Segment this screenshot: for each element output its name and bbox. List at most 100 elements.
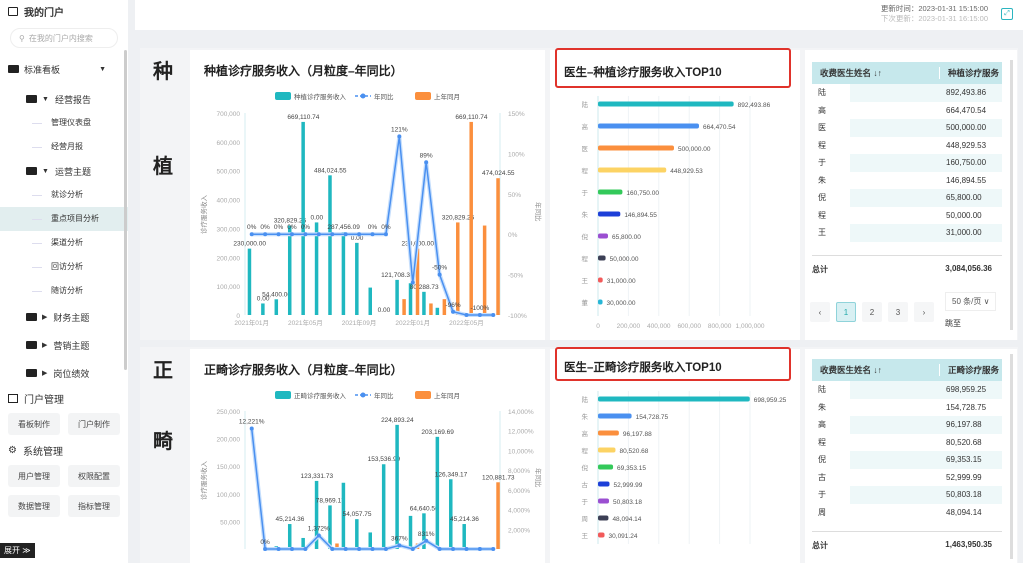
table-row[interactable]: 周 48,094.14 bbox=[812, 504, 1002, 522]
bar-data-label: 892,493.86 bbox=[738, 102, 771, 109]
revenue-bar bbox=[435, 436, 440, 549]
category-label: 高 bbox=[582, 429, 589, 438]
group-business-report[interactable]: ▼ 经营报告 bbox=[0, 87, 128, 111]
doctor-bar bbox=[598, 101, 734, 107]
yoy-point bbox=[316, 232, 321, 237]
yoy-data-label: 0% bbox=[274, 224, 284, 231]
sidebar-scrollbar[interactable] bbox=[124, 50, 127, 370]
prev-page-button[interactable]: ‹ bbox=[810, 302, 830, 322]
bar-data-label: 31,000.00 bbox=[607, 278, 636, 285]
yoy-data-label: 0% bbox=[301, 224, 311, 231]
col-doctor[interactable]: 收费医生姓名 ↓↑ bbox=[812, 364, 940, 376]
table-row[interactable]: 高 96,197.88 bbox=[812, 416, 1002, 434]
yoy-point bbox=[383, 547, 388, 551]
y2-tick-label: 12,000% bbox=[508, 429, 534, 436]
my-portal-title[interactable]: 我的门户 bbox=[0, 0, 128, 22]
y2-tick-label: 0% bbox=[508, 232, 518, 239]
table-row[interactable]: 于 160,750.00 bbox=[812, 154, 1002, 172]
y2-axis-title: 年同比 bbox=[534, 468, 543, 488]
revenue-value: 96,197.88 bbox=[940, 416, 1002, 434]
page-3[interactable]: 3 bbox=[888, 302, 908, 322]
y2-tick-label: 50% bbox=[508, 192, 521, 199]
permission-button[interactable]: 权限配置 bbox=[68, 465, 120, 487]
table-row[interactable]: 朱 146,894.55 bbox=[812, 172, 1002, 190]
doctor-name: 于 bbox=[818, 490, 826, 500]
revenue-bar bbox=[381, 464, 386, 549]
yoy-data-label: 0% bbox=[287, 224, 297, 231]
portal-create-button[interactable]: 门户制作 bbox=[68, 413, 120, 435]
expand-button[interactable]: 展开 ≫ bbox=[0, 543, 35, 558]
header: 更新时间：2023-01-31 15:15:00 下次更新：2023-01-31 … bbox=[135, 0, 1023, 30]
group-label: 财务主题 bbox=[53, 312, 90, 323]
doctor-name: 周 bbox=[818, 507, 826, 517]
revenue-bar bbox=[261, 303, 265, 315]
group-marketing[interactable]: ▶ 营销主题 bbox=[0, 331, 128, 359]
table-row[interactable]: 倪 69,353.15 bbox=[812, 451, 1002, 469]
col-revenue[interactable]: 正畸诊疗服务 bbox=[940, 364, 999, 376]
table-row[interactable]: 古 52,999.99 bbox=[812, 469, 1002, 487]
doctor-bar bbox=[598, 532, 605, 538]
table-scrollbar[interactable] bbox=[1010, 354, 1013, 559]
next-page-button[interactable]: › bbox=[914, 302, 934, 322]
implant-trend-chart: 种植诊疗服务收入 年同比 上年同月0100,000200,000300,000400… bbox=[199, 92, 543, 327]
page-2[interactable]: 2 bbox=[862, 302, 882, 322]
nav-item[interactable]: 管理仪表盘 bbox=[0, 111, 128, 135]
nav-item[interactable]: 随访分析 bbox=[0, 279, 128, 303]
metric-mgmt-button[interactable]: 指标管理 bbox=[68, 495, 120, 517]
table-row[interactable]: 于 50,803.18 bbox=[812, 486, 1002, 504]
nav-item[interactable]: 就诊分析 bbox=[0, 183, 128, 207]
portal-search-input[interactable]: ⚲ 在我的门户内搜索 bbox=[10, 28, 118, 48]
table-row[interactable]: 医 500,000.00 bbox=[812, 119, 1002, 137]
doctor-bar bbox=[598, 413, 632, 419]
yoy-point bbox=[263, 547, 268, 551]
section-standard-board[interactable]: 标准看板 ▼ bbox=[0, 56, 128, 82]
fullscreen-icon[interactable]: ⤢ bbox=[1001, 8, 1013, 20]
group-finance[interactable]: ▶ 财务主题 bbox=[0, 303, 128, 331]
page-size-select[interactable]: 50 条/页 ∨ bbox=[945, 292, 997, 311]
group-performance[interactable]: ▶ 岗位绩效 bbox=[0, 359, 128, 387]
table-total: 总计 3,084,056.36 bbox=[812, 255, 1002, 275]
group-operations[interactable]: ▼ 运营主题 bbox=[0, 159, 128, 183]
x-tick-label: 1,000,000 bbox=[736, 323, 765, 330]
yoy-data-label: 0% bbox=[260, 224, 270, 231]
category-label: 周 bbox=[582, 515, 589, 523]
nav-item[interactable]: 渠道分析 bbox=[0, 231, 128, 255]
user-mgmt-button[interactable]: 用户管理 bbox=[8, 465, 60, 487]
nav-item-active[interactable]: 重点项目分析 bbox=[0, 207, 128, 231]
table-row[interactable]: 陆 892,493.86 bbox=[812, 84, 1002, 102]
category-label: 倪 bbox=[582, 232, 589, 241]
revenue-bar bbox=[422, 291, 426, 315]
nav-item[interactable]: 经营月报 bbox=[0, 135, 128, 159]
table-row[interactable]: 王 31,000.00 bbox=[812, 224, 1002, 242]
caret-down-icon: ▼ bbox=[42, 167, 49, 175]
bar-data-label: 160,750.00 bbox=[626, 190, 659, 197]
data-mgmt-button[interactable]: 数据管理 bbox=[8, 495, 60, 517]
folder-icon bbox=[26, 369, 37, 377]
table-row[interactable]: 程 50,000.00 bbox=[812, 207, 1002, 225]
yoy-point bbox=[410, 280, 415, 285]
yoy-point bbox=[477, 547, 482, 551]
category-label: 王 bbox=[582, 532, 589, 540]
table-row[interactable]: 倪 65,800.00 bbox=[812, 189, 1002, 207]
table-row[interactable]: 陆 698,959.25 bbox=[812, 381, 1002, 399]
table-row[interactable]: 朱 154,728.75 bbox=[812, 399, 1002, 417]
implant-table-card: 收费医生姓名 ↓↑ 种植诊疗服务 陆 892,493.86 高 664,470.54 医 5… bbox=[805, 50, 1017, 340]
yoy-point bbox=[424, 538, 429, 543]
col-revenue[interactable]: 种植诊疗服务 bbox=[940, 67, 999, 79]
revenue-value: 50,803.18 bbox=[940, 486, 1002, 504]
bar-data-label: 50,803.18 bbox=[613, 499, 642, 506]
table-scrollbar[interactable] bbox=[1010, 60, 1013, 330]
nav-item[interactable]: 回访分析 bbox=[0, 255, 128, 279]
col-doctor[interactable]: 收费医生姓名 ↓↑ bbox=[812, 67, 940, 79]
yoy-point bbox=[249, 232, 254, 237]
page-1[interactable]: 1 bbox=[836, 302, 856, 322]
bar-data-label: 0.00 bbox=[310, 214, 323, 221]
table-row[interactable]: 程 80,520.68 bbox=[812, 434, 1002, 452]
table-row[interactable]: 高 664,470.54 bbox=[812, 102, 1002, 120]
table-row[interactable]: 程 448,929.53 bbox=[812, 137, 1002, 155]
doctor-name: 倪 bbox=[818, 455, 826, 465]
y-tick-label: 150,000 bbox=[217, 464, 241, 471]
revenue-bar bbox=[274, 299, 279, 315]
x-tick-label: 600,000 bbox=[677, 323, 701, 330]
board-create-button[interactable]: 看板制作 bbox=[8, 413, 60, 435]
